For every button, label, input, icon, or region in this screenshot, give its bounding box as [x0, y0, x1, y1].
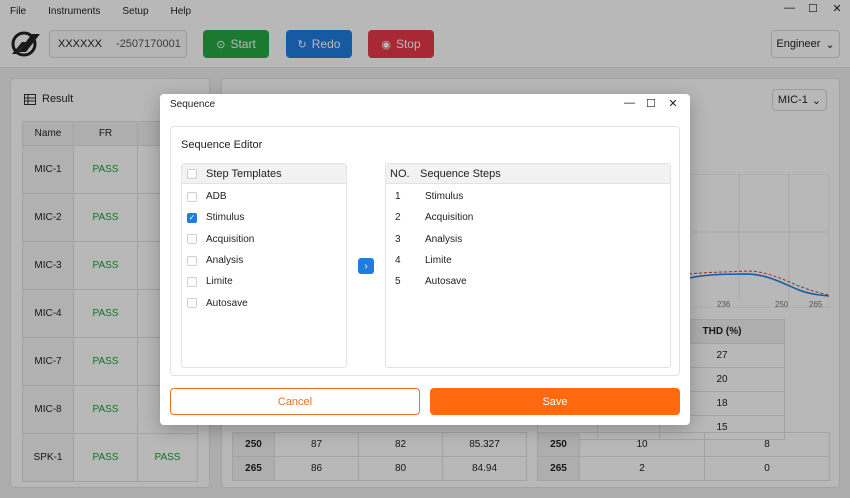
sequence-step[interactable]: 3 Analysis	[386, 229, 670, 250]
save-button[interactable]: Save	[430, 388, 680, 415]
step-number: 1	[395, 191, 401, 203]
template-label: Stimulus	[206, 212, 245, 224]
template-item[interactable]: ADB	[182, 186, 346, 207]
steps-no-header: NO.	[390, 167, 410, 180]
checkbox[interactable]	[187, 255, 197, 266]
step-label: Limite	[425, 255, 452, 267]
checkbox[interactable]	[187, 276, 197, 287]
checkbox-checked[interactable]: ✓	[187, 212, 197, 223]
sequence-step[interactable]: 4 Limite	[386, 250, 670, 271]
sequence-steps-list: NO. Sequence Steps 1 Stimulus 2 Acquisition…	[385, 163, 671, 368]
checkbox[interactable]	[187, 234, 197, 245]
select-all-checkbox[interactable]	[187, 168, 197, 179]
step-templates-list: Step Templates ADB ✓ Stimulus Acquisition An…	[181, 163, 347, 368]
sequence-dialog: Sequence — ☐ ✕ Sequence Editor Step Temp…	[160, 94, 690, 425]
dialog-title: Sequence	[170, 99, 216, 110]
template-item[interactable]: Acquisition	[182, 229, 346, 250]
dialog-window-controls: — ☐ ✕	[624, 97, 678, 110]
step-label: Autosave	[425, 276, 467, 288]
cancel-button[interactable]: Cancel	[170, 388, 420, 415]
template-label: ADB	[206, 191, 227, 203]
chevron-right-icon: ›	[364, 260, 368, 272]
steps-header: NO. Sequence Steps	[386, 164, 670, 184]
close-icon[interactable]: ✕	[668, 97, 678, 110]
templates-header-label: Step Templates	[206, 167, 282, 180]
step-number: 5	[395, 276, 401, 288]
checkbox[interactable]	[187, 298, 197, 309]
step-number: 3	[395, 233, 401, 245]
templates-header: Step Templates	[182, 164, 346, 184]
minimize-icon[interactable]: —	[624, 97, 635, 110]
step-number: 4	[395, 255, 401, 267]
checkbox[interactable]	[187, 191, 197, 202]
template-item[interactable]: Autosave	[182, 292, 346, 313]
add-to-sequence-button[interactable]: ›	[358, 258, 374, 274]
step-label: Stimulus	[425, 191, 464, 203]
template-label: Analysis	[206, 255, 244, 267]
maximize-icon[interactable]: ☐	[646, 97, 656, 110]
steps-header-label: Sequence Steps	[420, 167, 501, 180]
template-item[interactable]: Limite	[182, 271, 346, 292]
template-label: Limite	[206, 276, 233, 288]
step-label: Acquisition	[425, 212, 474, 224]
sequence-editor: Sequence Editor Step Templates ADB ✓ Stimu…	[170, 126, 680, 376]
step-number: 2	[395, 212, 401, 224]
sequence-step[interactable]: 1 Stimulus	[386, 186, 670, 207]
template-label: Autosave	[206, 297, 248, 309]
editor-title: Sequence Editor	[181, 139, 263, 151]
template-label: Acquisition	[206, 233, 255, 245]
template-item[interactable]: ✓ Stimulus	[182, 207, 346, 228]
template-item[interactable]: Analysis	[182, 250, 346, 271]
step-label: Analysis	[425, 233, 463, 245]
sequence-step[interactable]: 2 Acquisition	[386, 207, 670, 228]
sequence-step[interactable]: 5 Autosave	[386, 271, 670, 292]
